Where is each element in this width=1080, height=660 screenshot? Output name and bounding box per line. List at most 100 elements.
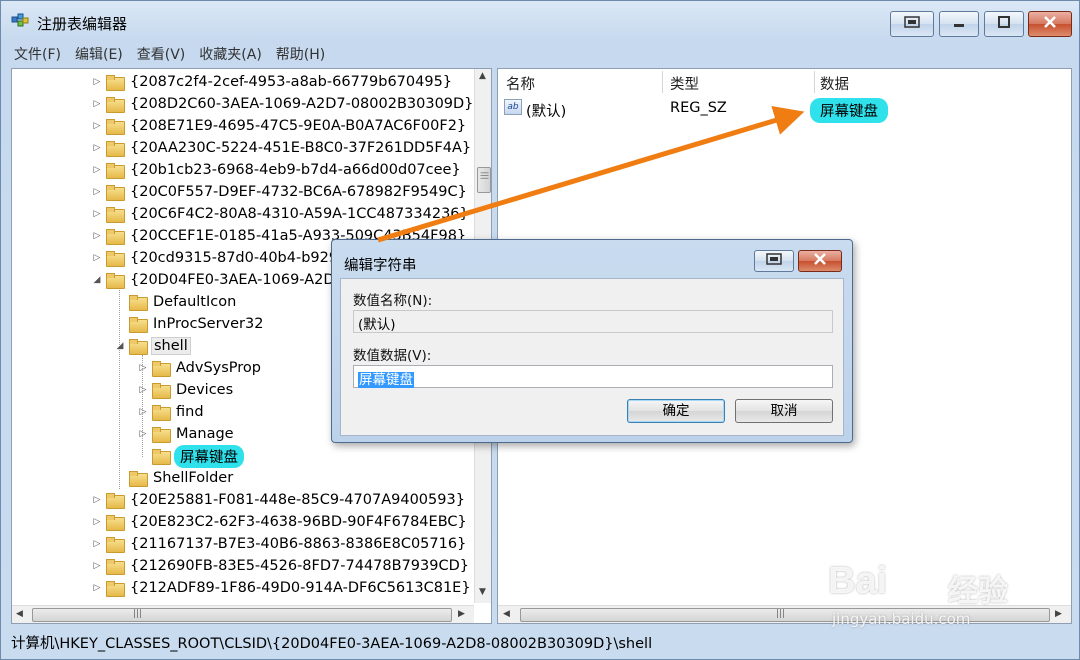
expand-arrow-icon[interactable]: ▷ [92, 231, 102, 241]
value-row[interactable]: ab (默认) REG_SZ 屏幕键盘 [498, 97, 1068, 123]
folder-icon [129, 471, 148, 487]
tree-item[interactable]: ▷ {2087c2f4-2cef-4953-a8ab-66779b670495} [92, 71, 454, 93]
watermark-brand: Bai [828, 560, 888, 602]
menu-help[interactable]: 帮助(H) [269, 42, 332, 64]
expand-arrow-icon[interactable]: ▷ [92, 495, 102, 505]
tree-item-label: {212ADF89-1F86-49D0-914A-DF6C5613C81E} [130, 580, 471, 596]
tree-item[interactable]: DefaultIcon [115, 291, 238, 313]
expand-arrow-icon[interactable]: ▷ [92, 187, 102, 197]
menu-view[interactable]: 查看(V) [130, 42, 193, 64]
restore-small-button[interactable] [890, 11, 934, 37]
expand-arrow-icon[interactable]: ▷ [92, 583, 102, 593]
tree-item[interactable]: ▷ {20E823C2-62F3-4638-96BD-90F4F6784EBC} [92, 511, 469, 533]
column-header-name[interactable]: 名称 [506, 73, 535, 94]
expand-arrow-icon[interactable]: ▷ [92, 99, 102, 109]
folder-icon [106, 141, 125, 157]
expand-arrow-icon[interactable]: ▷ [92, 561, 102, 571]
menu-favorites[interactable]: 收藏夹(A) [192, 42, 269, 64]
menu-file[interactable]: 文件(F) [7, 42, 68, 64]
tree-item[interactable]: ▷ AdvSysProp [138, 357, 263, 379]
tree-item[interactable]: ▷ Manage [138, 423, 236, 445]
tree-horizontal-scroll-thumb[interactable]: ||| [32, 608, 452, 622]
scroll-left-arrow-icon[interactable]: ◀ [16, 609, 23, 619]
maximize-button[interactable] [984, 11, 1024, 37]
scroll-right-arrow-icon[interactable]: ▶ [458, 609, 465, 619]
scroll-grip-icon: ||| [480, 171, 490, 180]
tree-item-label: {20b1cb23-6968-4eb9-b7d4-a66d00d07cee} [130, 162, 461, 178]
value-data-input[interactable]: 屏幕键盘 [353, 365, 833, 388]
watermark-url: jingyan.baidu.com [832, 610, 971, 628]
folder-icon [152, 449, 171, 465]
folder-icon [106, 581, 125, 597]
title-bar[interactable]: 注册表编辑器 [1, 1, 1080, 41]
expand-arrow-icon[interactable]: ▷ [138, 429, 148, 439]
folder-icon [106, 75, 125, 91]
expand-arrow-icon[interactable]: ▷ [92, 143, 102, 153]
folder-icon [152, 361, 171, 377]
tree-item-label: Devices [176, 382, 234, 398]
expand-arrow-icon[interactable]: ▷ [92, 121, 102, 131]
expand-arrow-icon[interactable]: ▷ [92, 517, 102, 527]
tree-item[interactable]: ▷ {21167137-B7E3-40B6-8863-8386E8C05716} [92, 533, 468, 555]
scroll-up-arrow-icon[interactable]: ▲ [479, 71, 486, 81]
scroll-right-arrow-icon[interactable]: ▶ [1055, 609, 1062, 619]
collapse-arrow-icon[interactable]: ◢ [115, 341, 125, 351]
cancel-button[interactable]: 取消 [735, 399, 833, 423]
folder-icon [106, 185, 125, 201]
tree-item[interactable]: InProcServer32 [115, 313, 265, 335]
folder-icon [106, 207, 125, 223]
tree-item[interactable]: ▷ find [138, 401, 206, 423]
scroll-grip-icon: ||| [133, 609, 143, 619]
close-button[interactable] [1028, 11, 1072, 37]
tree-item[interactable]: ▷ {20cd9315-87d0-40b4-b929 [92, 247, 340, 269]
value-data-selected-text: 屏幕键盘 [358, 372, 414, 388]
tree-item[interactable]: ▷ {20E25881-F081-448e-85C9-4707A9400593} [92, 489, 467, 511]
folder-icon [152, 383, 171, 399]
tree-item-label: {2087c2f4-2cef-4953-a8ab-66779b670495} [130, 74, 453, 90]
tree-horizontal-scrollbar[interactable]: ◀ ||| ▶ [12, 605, 474, 623]
tree-item[interactable]: ▷ {212690FB-83E5-4526-8FD7-74478B7939CD} [92, 555, 471, 577]
tree-item[interactable]: ▷ {20AA230C-5224-451E-B8C0-37F261DD5F4A} [92, 137, 473, 159]
dialog-close-button[interactable] [798, 250, 842, 272]
folder-icon [106, 251, 125, 267]
expand-arrow-icon[interactable]: ▷ [92, 77, 102, 87]
tree-item[interactable]: ShellFolder [115, 467, 235, 489]
expand-arrow-icon[interactable]: ▷ [138, 407, 148, 417]
tree-item[interactable]: ▷ Devices [138, 379, 235, 401]
expand-arrow-icon[interactable]: ▷ [138, 385, 148, 395]
tree-item[interactable]: ◢ shell [115, 335, 191, 357]
expand-arrow-icon[interactable]: ▷ [92, 539, 102, 549]
dialog-restore-button[interactable] [754, 250, 794, 272]
minimize-button[interactable] [939, 11, 979, 37]
tree-item-label: Manage [176, 426, 234, 442]
column-header-type[interactable]: 类型 [670, 73, 699, 94]
column-separator[interactable] [662, 71, 663, 93]
column-separator[interactable] [814, 71, 815, 93]
tree-item[interactable]: ▷ {208E71E9-4695-47C5-9E0A-B0A7AC6F00F2} [92, 115, 468, 137]
scroll-left-arrow-icon[interactable]: ◀ [503, 609, 510, 619]
column-header-data[interactable]: 数据 [820, 73, 849, 94]
tree-item[interactable]: ▷ {20C0F557-D9EF-4732-BC6A-678982F9549C} [92, 181, 469, 203]
tree-item[interactable]: ◢ {20D04FE0-3AEA-1069-A2D [92, 269, 337, 291]
tree-item[interactable]: ▷ {20C6F4C2-80A8-4310-A59A-1CC487334236} [92, 203, 471, 225]
expand-arrow-icon[interactable]: ▷ [92, 209, 102, 219]
collapse-arrow-icon[interactable]: ◢ [92, 275, 102, 285]
close-icon [813, 253, 827, 269]
folder-icon [129, 339, 148, 355]
tree-vertical-scroll-thumb[interactable]: ||| [477, 167, 491, 193]
expand-arrow-icon[interactable]: ▷ [92, 253, 102, 263]
value-data-label: 数值数据(V): [353, 348, 432, 364]
ok-button[interactable]: 确定 [627, 399, 725, 423]
tree-item-label: {20C0F557-D9EF-4732-BC6A-678982F9549C} [130, 184, 467, 200]
scroll-down-arrow-icon[interactable]: ▼ [479, 587, 486, 597]
folder-icon [106, 515, 125, 531]
tree-item[interactable]: 屏幕键盘 [138, 444, 244, 468]
tree-item[interactable]: ▷ {208D2C60-3AEA-1069-A2D7-08002B30309D} [92, 93, 475, 115]
window-title: 注册表编辑器 [37, 15, 128, 33]
tree-item[interactable]: ▷ {212ADF89-1F86-49D0-914A-DF6C5613C81E} [92, 577, 473, 599]
expand-arrow-icon[interactable]: ▷ [138, 363, 148, 373]
tree-item[interactable]: ▷ {20b1cb23-6968-4eb9-b7d4-a66d00d07cee} [92, 159, 463, 181]
expand-arrow-icon[interactable]: ▷ [92, 165, 102, 175]
menu-edit[interactable]: 编辑(E) [68, 42, 130, 64]
folder-icon [106, 537, 125, 553]
